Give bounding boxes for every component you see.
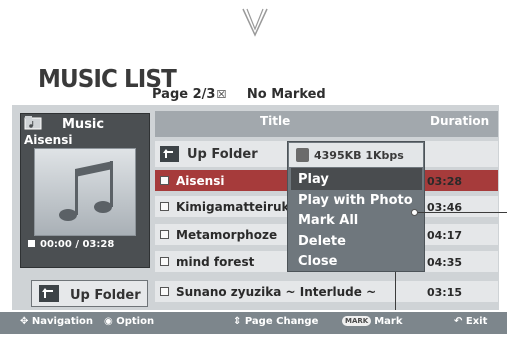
help-navigation: ✥ Navigation [20, 316, 94, 327]
option-icon: ◉ [104, 316, 113, 327]
music-folder-icon [24, 116, 42, 130]
track-title: mind forest [176, 255, 255, 269]
column-duration: Duration [430, 114, 490, 128]
chevron-down-icon [242, 8, 268, 37]
up-folder-label: Up Folder [70, 288, 141, 303]
album-art [34, 148, 136, 236]
up-folder-row-label: Up Folder [187, 147, 258, 162]
page-change-icon: ⇕ [233, 316, 242, 327]
track-duration: 04:17 [427, 229, 463, 242]
menu-item-play-with-photo[interactable]: Play with Photo [298, 193, 413, 208]
row-checkbox[interactable] [160, 287, 169, 296]
row-checkbox[interactable] [160, 202, 169, 211]
menu-item-close[interactable]: Close [298, 254, 337, 269]
playback-time: 00:00 / 03:28 [28, 239, 114, 250]
callout-line [413, 212, 507, 213]
page-number: Page 2/3 [152, 87, 216, 102]
page-indicator: Page 2/3☒ No Marked [152, 87, 326, 102]
row-checkbox[interactable] [160, 176, 169, 185]
help-exit: ↶ Exit [454, 316, 488, 327]
up-folder-icon [160, 146, 179, 162]
info-label: Music [62, 117, 105, 132]
menu-item-mark-all[interactable]: Mark All [298, 213, 358, 228]
callout-line [395, 272, 396, 310]
callout-dot [411, 209, 418, 216]
checkbox-icon: ☒ [216, 88, 227, 101]
marked-status: No Marked [246, 87, 326, 102]
track-title: Metamorphoze [176, 228, 278, 242]
track-duration: 03:15 [427, 286, 463, 299]
track-duration: 03:28 [427, 175, 463, 188]
row-checkbox[interactable] [160, 257, 169, 266]
column-title: Title [260, 114, 291, 128]
row-checkbox[interactable] [160, 230, 169, 239]
track-title: Sunano zyuzika ~ Interlude ~ [176, 285, 377, 299]
up-folder-icon [39, 285, 59, 302]
info-artist: Aisensi [24, 133, 73, 147]
track-duration: 04:35 [427, 256, 463, 269]
mark-badge: MARK [342, 316, 372, 326]
file-info-icon [296, 148, 309, 162]
navigation-icon: ✥ [20, 316, 29, 327]
stop-icon [28, 240, 35, 247]
track-title: Aisensi [176, 174, 225, 188]
help-option: ◉ Option [104, 316, 155, 327]
help-page-change: ⇕ Page Change [233, 316, 319, 327]
exit-icon: ↶ [454, 316, 463, 327]
menu-item-delete[interactable]: Delete [298, 234, 346, 249]
help-mark: MARK Mark [342, 316, 402, 327]
file-info: 4395KB 1Kbps [314, 149, 404, 162]
music-note-icon [59, 161, 113, 221]
menu-item-play[interactable]: Play [298, 172, 329, 187]
